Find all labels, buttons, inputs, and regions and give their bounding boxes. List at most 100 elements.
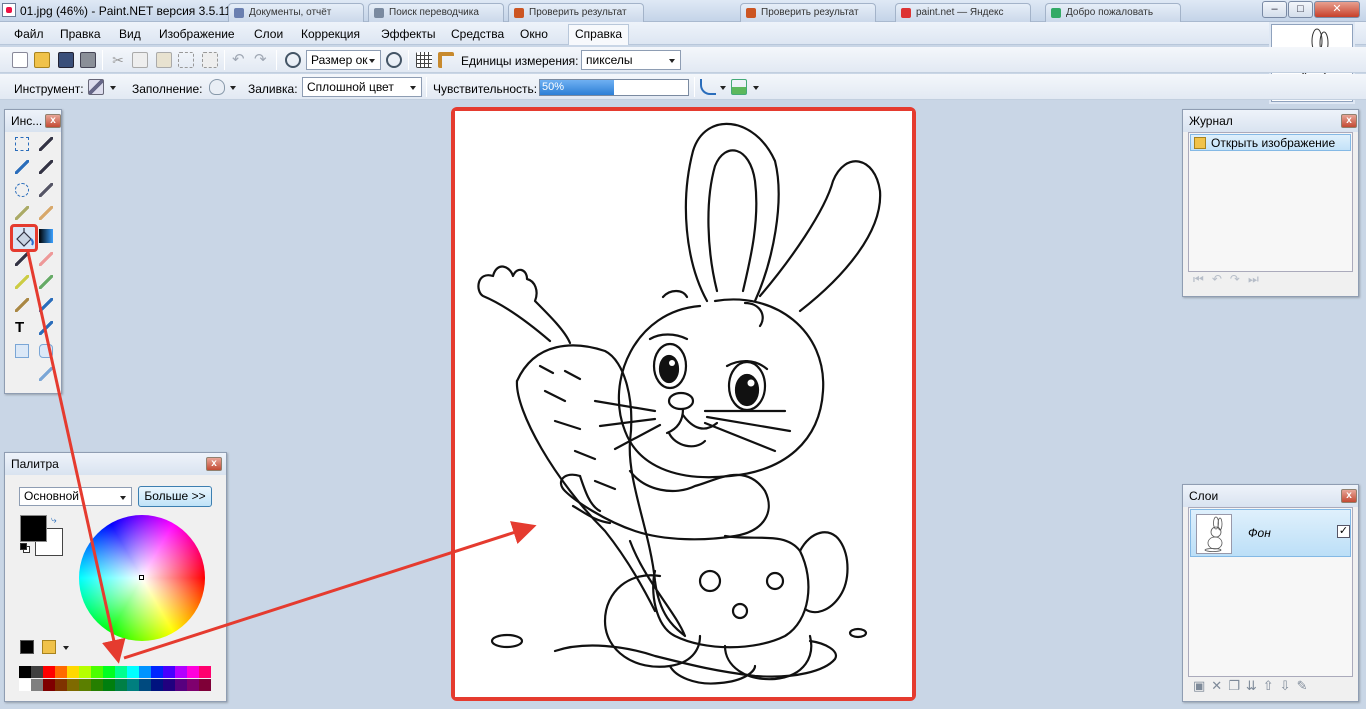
chevron-down-icon[interactable] (63, 646, 69, 650)
units-select[interactable]: пикселы (581, 50, 681, 70)
open-file-icon[interactable] (34, 52, 50, 68)
tolerance-slider[interactable]: 50% (539, 79, 689, 96)
palette-swatch[interactable] (151, 679, 163, 691)
copy-icon[interactable] (132, 52, 148, 68)
fill-select[interactable]: Сплошной цвет (302, 77, 422, 97)
paste-icon[interactable] (156, 52, 172, 68)
history-panel-close-button[interactable]: x (1341, 114, 1357, 128)
palette-swatch[interactable] (79, 666, 91, 678)
menu-view[interactable]: Вид (119, 27, 141, 41)
delete-layer-icon[interactable]: ✕ (1211, 678, 1228, 693)
menu-image[interactable]: Изображение (159, 27, 235, 41)
add-layer-icon[interactable]: ▣ (1193, 678, 1211, 693)
palette-swatch[interactable] (19, 666, 31, 678)
merge-layer-down-icon[interactable]: ⇊ (1246, 678, 1263, 693)
palette-swatch[interactable] (67, 666, 79, 678)
palette-swatch[interactable] (127, 679, 139, 691)
palette-swatch[interactable] (163, 666, 175, 678)
move-selected-tool[interactable] (36, 157, 56, 177)
line-curve-tool[interactable] (36, 318, 56, 338)
rectangle-select-tool[interactable] (12, 134, 32, 154)
palette-swatch[interactable] (103, 666, 115, 678)
palette-swatch[interactable] (175, 679, 187, 691)
palette-swatch[interactable] (151, 666, 163, 678)
menu-help[interactable]: Справка (568, 24, 630, 45)
duplicate-layer-icon[interactable]: ❐ (1228, 678, 1246, 693)
pencil-tool[interactable] (12, 272, 32, 292)
pan-tool[interactable] (36, 203, 56, 223)
browser-tab[interactable]: Добро пожаловать (1045, 3, 1181, 22)
zoom-select[interactable]: Размер ок (306, 50, 381, 70)
rulers-icon[interactable] (438, 52, 454, 68)
recolor-tool[interactable] (36, 295, 56, 315)
gradient-tool[interactable] (36, 226, 56, 246)
palette-swatch[interactable] (67, 679, 79, 691)
image-canvas[interactable] (455, 111, 912, 697)
palette-swatch[interactable] (187, 679, 199, 691)
lasso-select-tool[interactable] (12, 157, 32, 177)
palette-swatch[interactable] (31, 679, 43, 691)
layer-properties-icon[interactable]: ✎ (1297, 678, 1314, 693)
zoom-in-icon[interactable] (386, 52, 402, 68)
palette-panel-close-button[interactable]: x (206, 457, 222, 471)
paint-bucket-tool-highlight[interactable] (10, 224, 38, 252)
palette-swatch[interactable] (115, 666, 127, 678)
palette-swatch[interactable] (19, 679, 31, 691)
swap-colors-icon[interactable]: ⤷ (51, 515, 57, 526)
save-icon[interactable] (58, 52, 74, 68)
palette-swatch[interactable] (127, 666, 139, 678)
fast-forward-icon[interactable]: ⏭ (1248, 272, 1267, 286)
freeform-shape-tool[interactable] (36, 364, 56, 384)
deselect-icon[interactable] (202, 52, 218, 68)
new-file-icon[interactable] (12, 52, 28, 68)
layer-visibility-checkbox[interactable]: ✓ (1337, 525, 1350, 538)
palette-swatch[interactable] (115, 679, 127, 691)
palette-mode-select[interactable]: Основной (19, 487, 132, 506)
tools-panel-close-button[interactable]: x (45, 114, 61, 128)
palette-swatch[interactable] (199, 666, 211, 678)
chevron-down-icon[interactable] (720, 86, 726, 90)
browser-tab[interactable]: Проверить результат (740, 3, 876, 22)
layers-panel-close-button[interactable]: x (1341, 489, 1357, 503)
grid-icon[interactable] (416, 52, 432, 68)
palette-swatch[interactable] (31, 666, 43, 678)
menu-utilities[interactable]: Средства (451, 27, 504, 41)
redo-icon[interactable]: ↷ (254, 52, 270, 68)
menu-edit[interactable]: Правка (60, 27, 101, 41)
browser-tab[interactable]: Проверить результат (508, 3, 644, 22)
palette-swatch[interactable] (139, 666, 151, 678)
palette-swatch[interactable] (175, 666, 187, 678)
menu-adjustments[interactable]: Коррекция (301, 27, 360, 41)
print-icon[interactable] (80, 52, 96, 68)
eraser-tool[interactable] (36, 249, 56, 269)
browser-tab[interactable]: paint.net — Яндекс (895, 3, 1031, 22)
clone-stamp-tool[interactable] (12, 295, 32, 315)
menu-effects[interactable]: Эффекты (381, 27, 436, 41)
history-item[interactable]: Открыть изображение (1190, 134, 1351, 151)
rectangle-tool[interactable] (12, 341, 32, 361)
move-selection-tool[interactable] (36, 134, 56, 154)
primary-color-swatch[interactable] (20, 515, 47, 542)
palette-swatch[interactable] (55, 679, 67, 691)
chevron-down-icon[interactable] (230, 86, 236, 90)
menu-file[interactable]: Файл (14, 27, 44, 41)
browser-tab[interactable]: Поиск переводчика (368, 3, 504, 22)
color-picker-tool[interactable] (36, 272, 56, 292)
palette-swatch[interactable] (91, 666, 103, 678)
ellipse-tool[interactable] (12, 364, 32, 384)
cut-icon[interactable]: ✂ (110, 52, 126, 68)
minimize-button[interactable]: – (1262, 1, 1287, 18)
color-wheel-cursor[interactable] (139, 575, 144, 580)
chevron-down-icon[interactable] (753, 86, 759, 90)
palette-swatch[interactable] (199, 679, 211, 691)
palette-swatch[interactable] (91, 679, 103, 691)
antialias-icon[interactable] (700, 79, 716, 95)
palette-swatch[interactable] (103, 679, 115, 691)
zoom-tool[interactable] (36, 180, 56, 200)
current-tool-icon[interactable] (88, 79, 104, 95)
reset-colors-icon[interactable] (20, 543, 27, 550)
rewind-icon[interactable]: ⏮ (1193, 272, 1212, 286)
layer-row[interactable]: Фон ✓ (1190, 509, 1351, 557)
move-layer-down-icon[interactable]: ⇩ (1280, 678, 1297, 693)
maximize-button[interactable]: □ (1288, 1, 1313, 18)
